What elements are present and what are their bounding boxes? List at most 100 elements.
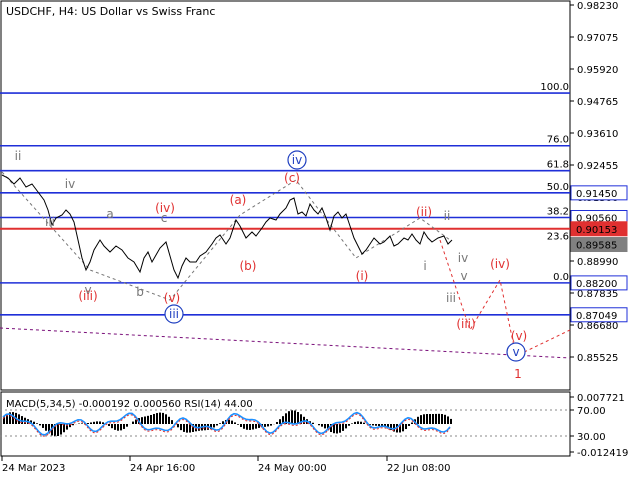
- price-tick-label: 0.95920: [577, 65, 618, 76]
- price-tick-label: 0.92455: [577, 161, 618, 172]
- macd-bar: [45, 424, 47, 431]
- macd-bar: [150, 415, 152, 424]
- macd-bar: [294, 411, 296, 424]
- macd-bar: [90, 422, 92, 424]
- indicator-tick-label: 70.00: [577, 406, 606, 417]
- macd-bar: [351, 423, 353, 424]
- macd-bar: [423, 414, 425, 424]
- macd-bar: [444, 415, 446, 424]
- macd-bar: [99, 421, 101, 424]
- macd-bar: [336, 424, 338, 434]
- time-label: 24 May 00:00: [258, 463, 327, 474]
- macd-bar: [36, 423, 38, 424]
- time-label: 24 Mar 2023: [2, 463, 65, 474]
- macd-bar: [333, 424, 335, 433]
- price-box-label: 0.87049: [576, 311, 617, 322]
- chart-window[interactable]: 100.076.061.850.038.223.60.0 iiiviiiacvb…: [0, 0, 640, 480]
- wave-label: iv: [65, 177, 75, 191]
- price-tick-label: 0.87835: [577, 289, 618, 300]
- macd-bar: [171, 420, 173, 424]
- macd-bar: [363, 423, 365, 424]
- macd-bar: [126, 424, 128, 427]
- horizontal-levels: 100.076.061.850.038.223.60.0: [0, 82, 570, 315]
- macd-bar: [216, 424, 218, 425]
- chart-canvas[interactable]: 100.076.061.850.038.223.60.0 iiiviiiacvb…: [0, 0, 640, 480]
- price-box-label: 0.90153: [576, 225, 617, 236]
- price-tick-label: 0.98230: [577, 1, 618, 12]
- wave-labels: iiiviiiacvb(iii)(iv)(v)iii(a)(b)(c)iv(i)…: [15, 149, 528, 381]
- macd-bar: [60, 424, 62, 435]
- price-tick-label: 0.94765: [577, 97, 618, 108]
- macd-bar: [252, 424, 254, 429]
- macd-bar: [441, 414, 443, 424]
- macd-bar: [123, 424, 125, 429]
- macd-bar: [264, 424, 266, 427]
- time-label: 24 Apr 16:00: [130, 463, 195, 474]
- macd-bar: [435, 414, 437, 424]
- macd-bar: [276, 422, 278, 424]
- wave-label: iv: [458, 251, 468, 265]
- macd-bar: [378, 424, 380, 426]
- wave-label: (iv): [490, 257, 510, 271]
- indicator-series: [0, 410, 570, 436]
- price-tick-label: 0.85525: [577, 353, 618, 364]
- wave-label: iii: [446, 291, 456, 305]
- fib-label: 76.0: [547, 135, 569, 146]
- macd-bar: [120, 424, 122, 430]
- macd-bar: [375, 424, 377, 426]
- macd-bar: [81, 423, 83, 424]
- price-tick-label: 0.88990: [577, 257, 618, 268]
- indicator-tick-label: 30.00: [577, 432, 606, 443]
- macd-bar: [147, 416, 149, 424]
- wave-label: v: [512, 345, 519, 359]
- macd-bar: [57, 424, 59, 436]
- macd-bar: [132, 422, 134, 424]
- macd-bar: [357, 421, 359, 424]
- macd-bar: [108, 424, 110, 426]
- macd-bar: [237, 424, 239, 425]
- trend-lines: [0, 172, 570, 358]
- macd-bar: [213, 424, 215, 427]
- fib-label: 100.0: [540, 82, 569, 93]
- macd-bar: [411, 423, 413, 424]
- macd-bar: [255, 424, 257, 429]
- macd-bar: [219, 423, 221, 424]
- macd-bar: [102, 422, 104, 424]
- wave-label: v: [460, 269, 467, 283]
- macd-bar: [291, 410, 293, 424]
- wave-label: (a): [230, 193, 247, 207]
- macd-bar: [447, 416, 449, 424]
- macd-bar: [33, 422, 35, 424]
- price-boxes: 0.914500.905600.901530.895850.882000.870…: [571, 186, 627, 322]
- time-label: 22 Jun 08:00: [387, 463, 451, 474]
- macd-bar: [222, 421, 224, 424]
- wave-label: a: [106, 207, 113, 221]
- macd-bar: [87, 423, 89, 424]
- macd-bar: [243, 424, 245, 429]
- macd-bar: [231, 421, 233, 424]
- macd-bar: [156, 413, 158, 424]
- wave-label: (iii): [456, 317, 475, 331]
- indicator-label: MACD(5,34,5) -0.000192 0.000560 RSI(14) …: [6, 399, 253, 410]
- macd-bar: [318, 424, 320, 425]
- macd-bar: [114, 424, 116, 430]
- macd-bar: [360, 422, 362, 424]
- macd-bar: [402, 424, 404, 431]
- macd-bar: [432, 414, 434, 424]
- macd-bar: [162, 413, 164, 424]
- macd-bar: [339, 424, 341, 433]
- macd-bar: [159, 413, 161, 424]
- price-tick-label: 0.86680: [577, 321, 618, 332]
- macd-bar: [165, 414, 167, 424]
- macd-bar: [279, 419, 281, 424]
- indicator-tick-label: -0.012419: [577, 448, 628, 459]
- macd-bar: [270, 424, 272, 426]
- macd-bar: [111, 424, 113, 428]
- macd-bar: [153, 414, 155, 424]
- price-box-label: 0.88200: [576, 279, 617, 290]
- wave-label: (b): [240, 259, 257, 273]
- price-tick-label: 0.93610: [577, 129, 618, 140]
- macd-bar: [96, 421, 98, 424]
- wave-path: [0, 328, 570, 358]
- macd-bar: [177, 424, 179, 427]
